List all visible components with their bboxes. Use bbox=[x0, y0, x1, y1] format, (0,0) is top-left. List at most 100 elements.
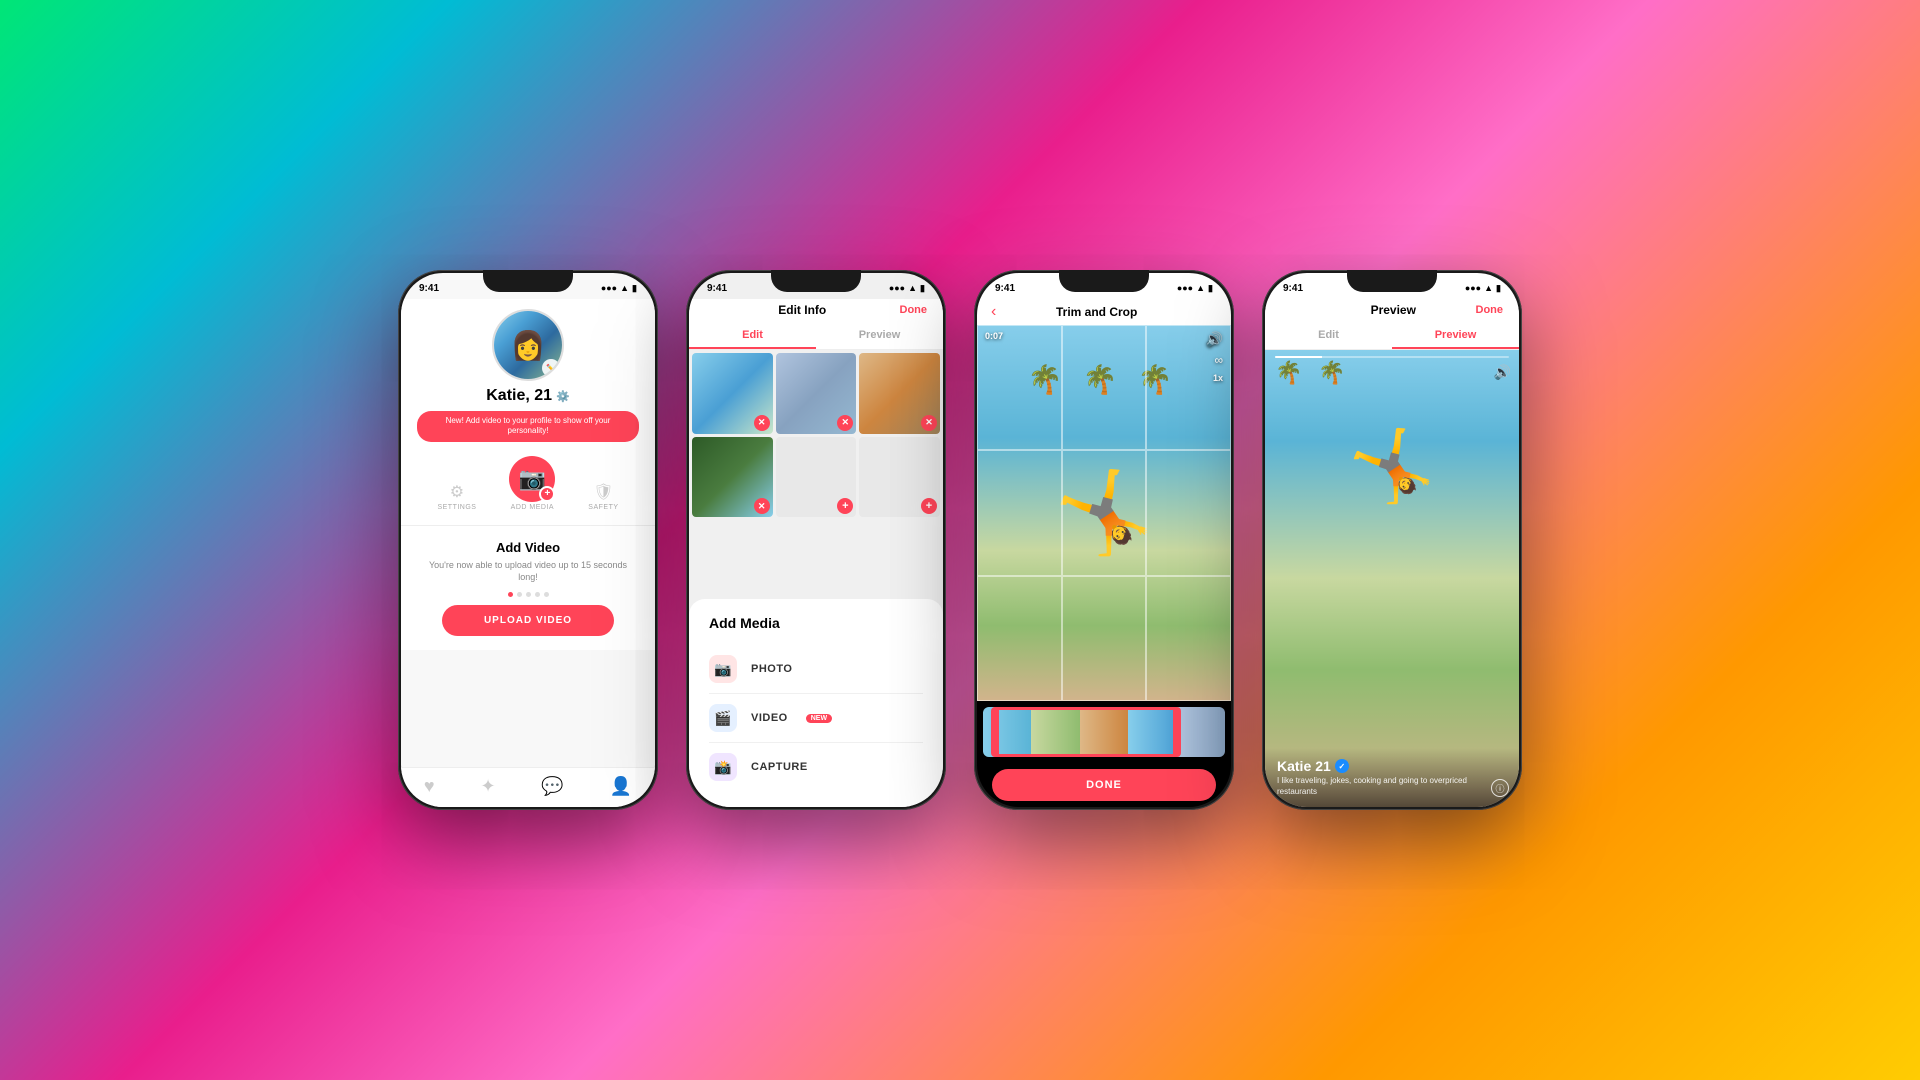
overlay-name: Katie 21 ✓ bbox=[1277, 758, 1507, 774]
preview-palm-1: 🌴 bbox=[1275, 360, 1302, 386]
new-badge: NEW bbox=[806, 714, 832, 723]
photo-cell-3[interactable]: ✕ bbox=[859, 353, 940, 434]
plus-badge: + bbox=[539, 486, 555, 502]
capture-label: CAPTURE bbox=[751, 761, 808, 773]
add-media-button[interactable]: 📷 + bbox=[509, 456, 555, 502]
profile-section-1: 👩 ✏️ Katie, 21 ⚙️ New! Add video to your… bbox=[401, 299, 655, 525]
grid-cell-5 bbox=[1062, 450, 1147, 575]
tab-preview-4[interactable]: Preview bbox=[1392, 323, 1519, 349]
nav-star[interactable]: ✦ bbox=[480, 776, 495, 797]
progress-dots bbox=[421, 592, 635, 597]
wifi-icon-3: ▲ bbox=[1196, 283, 1205, 293]
bottom-nav-1: ♥ ✦ 💬 👤 bbox=[401, 767, 655, 807]
safety-action[interactable]: 🛡 SAFETY bbox=[588, 482, 618, 511]
preview-header: Preview Done bbox=[1265, 299, 1519, 323]
tooltip-bubble: New! Add video to your profile to show o… bbox=[417, 411, 639, 442]
info-button[interactable]: ⓘ bbox=[1491, 779, 1509, 797]
nav-chat[interactable]: 💬 bbox=[541, 776, 563, 797]
speed-label[interactable]: 1x bbox=[1213, 373, 1223, 383]
grid-cell-9 bbox=[1146, 576, 1231, 701]
trim-handle-left[interactable] bbox=[991, 707, 999, 757]
preview-video-bg: 🌴 🌴 🤸 bbox=[1265, 350, 1519, 807]
nav-header-2: Edit Info Done bbox=[689, 299, 943, 323]
preview-progress-fill bbox=[1275, 356, 1322, 358]
photo-label: PHOTO bbox=[751, 663, 792, 675]
dot-2 bbox=[517, 592, 522, 597]
status-icons-3: ●●● ▲ ▮ bbox=[1177, 283, 1213, 294]
trim-header: ‹ Trim and Crop bbox=[977, 299, 1231, 325]
preview-skater: 🤸 bbox=[1348, 426, 1435, 508]
notch-1 bbox=[483, 270, 573, 292]
avatar-1[interactable]: 👩 ✏️ bbox=[492, 309, 564, 381]
photo-cell-2[interactable]: ✕ bbox=[776, 353, 857, 434]
sheet-title: Add Media bbox=[709, 615, 923, 631]
add-media-sheet: Add Media 📷 PHOTO 🎬 VIDEO NEW 📸 CAPTURE bbox=[689, 599, 943, 807]
nav-heart[interactable]: ♥ bbox=[424, 776, 435, 797]
photos-grid: ✕ ✕ ✕ ✕ + bbox=[689, 350, 943, 520]
video-time: 0:07 bbox=[985, 331, 1003, 341]
settings-icon-1: ⚙ bbox=[450, 482, 464, 502]
trim-bar[interactable] bbox=[983, 707, 1225, 757]
video-icon: 🎬 bbox=[709, 704, 737, 732]
avatar-edit-icon[interactable]: ✏️ bbox=[542, 359, 560, 377]
status-icons-4: ●●● ▲ ▮ bbox=[1465, 283, 1501, 294]
phones-container: 9:41 ●●● ▲ ▮ 👩 ✏️ Katie, 21 ⚙️ New! Add … bbox=[0, 0, 1920, 1080]
done-button-2[interactable]: Done bbox=[900, 304, 928, 316]
verified-badge-4: ✓ bbox=[1335, 759, 1349, 773]
add-media-action[interactable]: 📷 + ADD MEDIA bbox=[509, 456, 555, 511]
preview-sound-icon[interactable]: 🔊 bbox=[1494, 364, 1511, 381]
grid-cell-6 bbox=[1146, 450, 1231, 575]
phone-1: 9:41 ●●● ▲ ▮ 👩 ✏️ Katie, 21 ⚙️ New! Add … bbox=[398, 270, 658, 810]
photo-cell-4[interactable]: ✕ bbox=[692, 437, 773, 518]
preview-done-button[interactable]: Done bbox=[1476, 304, 1504, 316]
remove-photo-4[interactable]: ✕ bbox=[754, 498, 770, 514]
time-1: 9:41 bbox=[419, 283, 439, 294]
settings-label: SETTINGS bbox=[437, 504, 476, 511]
wifi-icon-1: ▲ bbox=[620, 283, 629, 293]
sound-icon-3[interactable]: 🔊 bbox=[1206, 331, 1223, 348]
photo-cell-5[interactable]: + bbox=[776, 437, 857, 518]
done-button-3[interactable]: DONE bbox=[992, 769, 1216, 801]
sheet-item-video[interactable]: 🎬 VIDEO NEW bbox=[709, 694, 923, 743]
notch-4 bbox=[1347, 270, 1437, 292]
signal-icon-3: ●●● bbox=[1177, 283, 1193, 293]
video-label: VIDEO bbox=[751, 712, 788, 724]
wifi-icon-4: ▲ bbox=[1484, 283, 1493, 293]
battery-icon-3: ▮ bbox=[1208, 283, 1213, 294]
safety-icon: 🛡 bbox=[593, 482, 613, 502]
remove-photo-1[interactable]: ✕ bbox=[754, 415, 770, 431]
tab-edit-4[interactable]: Edit bbox=[1265, 323, 1392, 349]
tab-preview-2[interactable]: Preview bbox=[816, 323, 943, 349]
profile-overlay: Katie 21 ✓ I like traveling, jokes, cook… bbox=[1265, 748, 1519, 807]
preview-title: Preview bbox=[1371, 303, 1416, 317]
remove-photo-2[interactable]: ✕ bbox=[837, 415, 853, 431]
sheet-item-capture[interactable]: 📸 CAPTURE bbox=[709, 743, 923, 791]
quick-actions: ⚙ SETTINGS 📷 + ADD MEDIA 🛡 SAFETY bbox=[401, 448, 655, 519]
video-preview-3: 🌴 🌴 🌴 🤸 bbox=[977, 325, 1231, 701]
battery-icon-2: ▮ bbox=[920, 283, 925, 294]
signal-icon-1: ●●● bbox=[601, 283, 617, 293]
remove-photo-3[interactable]: ✕ bbox=[921, 415, 937, 431]
photo-cell-1[interactable]: ✕ bbox=[692, 353, 773, 434]
phone-4: 9:41 ●●● ▲ ▮ Preview Done Edit Preview bbox=[1262, 270, 1522, 810]
preview-progress-bar bbox=[1275, 356, 1509, 358]
nav-profile[interactable]: 👤 bbox=[610, 776, 632, 797]
trim-handle-right[interactable] bbox=[1173, 707, 1181, 757]
back-button-3[interactable]: ‹ bbox=[991, 303, 996, 321]
dot-3 bbox=[526, 592, 531, 597]
time-2: 9:41 bbox=[707, 283, 727, 294]
sheet-item-photo[interactable]: 📷 PHOTO bbox=[709, 645, 923, 694]
dot-5 bbox=[544, 592, 549, 597]
trim-selection bbox=[995, 707, 1177, 757]
crop-grid bbox=[977, 325, 1231, 701]
loop-icon[interactable]: ∞ bbox=[1214, 353, 1223, 367]
signal-icon-4: ●●● bbox=[1465, 283, 1481, 293]
notch-2 bbox=[771, 270, 861, 292]
upload-video-button[interactable]: UPLOAD VIDEO bbox=[442, 605, 613, 636]
trim-title: Trim and Crop bbox=[1056, 305, 1137, 319]
time-4: 9:41 bbox=[1283, 283, 1303, 294]
dot-4 bbox=[535, 592, 540, 597]
photo-cell-6[interactable]: + bbox=[859, 437, 940, 518]
tab-edit-2[interactable]: Edit bbox=[689, 323, 816, 349]
settings-action[interactable]: ⚙ SETTINGS bbox=[437, 482, 476, 511]
